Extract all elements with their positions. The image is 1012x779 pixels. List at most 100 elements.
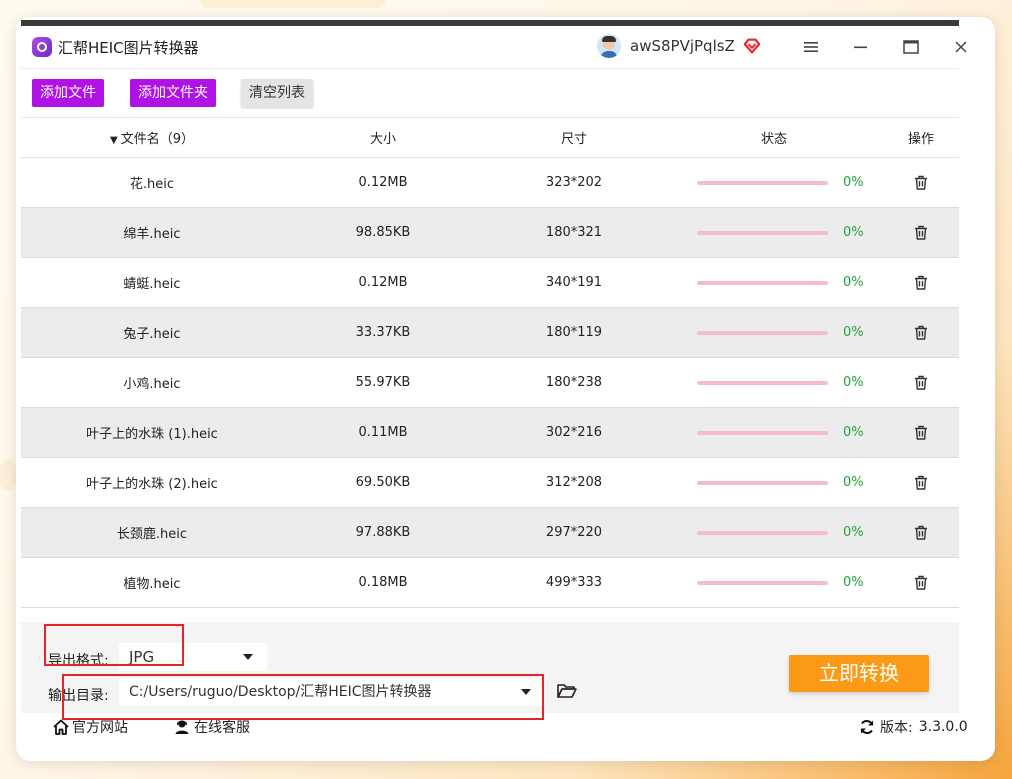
file-action (883, 175, 959, 190)
file-dimensions: 323*202 (545, 175, 603, 190)
table-header: ▼ 文件名（9） 大小 尺寸 状态 操作 (21, 117, 959, 158)
website-link[interactable]: 官方网站 (53, 717, 128, 737)
progress-percent: 0% (843, 475, 864, 490)
file-action (883, 275, 959, 290)
progress-bar (697, 430, 828, 435)
file-action (883, 425, 959, 440)
trash-icon[interactable] (914, 275, 928, 290)
file-dimensions: 340*191 (545, 275, 603, 290)
file-size: 98.85KB (355, 225, 411, 240)
title-bar: 汇帮HEIC图片转换器 awS8PVjPqlsZ (21, 26, 967, 68)
progress-bar (697, 330, 828, 335)
file-name: 兔子.heic (123, 327, 181, 342)
table-row[interactable]: 花.heic 0.12MB 323*202 0% (21, 158, 959, 208)
file-dimensions: 180*238 (545, 375, 603, 390)
file-action (883, 475, 959, 490)
website-link-label: 官方网站 (72, 720, 128, 736)
version-info[interactable]: 版本: 3.3.0.0 (859, 717, 968, 737)
file-name: 叶子上的水珠 (2).heic (86, 477, 218, 492)
minimize-icon[interactable] (850, 36, 872, 58)
file-name: 绵羊.heic (123, 227, 181, 242)
progress-percent: 0% (843, 325, 864, 340)
file-action (883, 225, 959, 240)
user-info[interactable]: awS8PVjPqlsZ (597, 34, 761, 58)
table-row[interactable]: 叶子上的水珠 (1).heic 0.11MB 302*216 0% (21, 408, 959, 458)
file-name: 蜻蜓.heic (123, 277, 181, 292)
online-support-link[interactable]: 在线客服 (174, 717, 250, 737)
trash-icon[interactable] (914, 475, 928, 490)
file-dimensions: 499*333 (545, 575, 603, 590)
file-action (883, 575, 959, 590)
output-dir-highlight-box (62, 674, 544, 720)
menu-icon[interactable] (800, 36, 822, 58)
file-action (883, 525, 959, 540)
table-row[interactable]: 长颈鹿.heic 97.88KB 297*220 0% (21, 508, 959, 558)
progress-bar (697, 380, 828, 385)
trash-icon[interactable] (914, 375, 928, 390)
home-icon (53, 719, 69, 735)
table-row[interactable]: 叶子上的水珠 (2).heic 69.50KB 312*208 0% (21, 458, 959, 508)
file-size: 69.50KB (355, 475, 411, 490)
vip-diamond-icon[interactable] (743, 37, 761, 55)
progress-percent: 0% (843, 375, 864, 390)
progress-bar (697, 280, 828, 285)
column-header-size: 大小 (369, 131, 396, 147)
format-highlight-box (44, 624, 184, 666)
file-status: 0% (665, 175, 883, 190)
table-row[interactable]: 小鸡.heic 55.97KB 180*238 0% (21, 358, 959, 408)
maximize-icon[interactable] (900, 36, 922, 58)
file-size: 0.12MB (358, 275, 408, 290)
file-status: 0% (665, 525, 883, 540)
file-status: 0% (665, 325, 883, 340)
file-status: 0% (665, 275, 883, 290)
file-action (883, 375, 959, 390)
username[interactable]: awS8PVjPqlsZ (630, 37, 735, 55)
version-value: 3.3.0.0 (918, 719, 968, 735)
trash-icon[interactable] (914, 175, 928, 190)
clear-list-button[interactable]: 清空列表 (241, 79, 313, 107)
file-status: 0% (665, 425, 883, 440)
progress-percent: 0% (843, 425, 864, 440)
trash-icon[interactable] (914, 325, 928, 340)
progress-percent: 0% (843, 175, 864, 190)
customer-service-icon (175, 720, 189, 734)
toolbar: 添加文件 添加文件夹 清空列表 (21, 68, 959, 118)
progress-percent: 0% (843, 525, 864, 540)
trash-icon[interactable] (914, 225, 928, 240)
refresh-icon (860, 720, 874, 734)
convert-now-button[interactable]: 立即转换 (789, 655, 929, 692)
file-size: 0.12MB (358, 175, 408, 190)
progress-bar (697, 230, 828, 235)
trash-icon[interactable] (914, 425, 928, 440)
folder-open-icon[interactable] (557, 683, 577, 699)
progress-bar (697, 480, 828, 485)
progress-percent: 0% (843, 575, 864, 590)
table-row[interactable]: 绵羊.heic 98.85KB 180*321 0% (21, 208, 959, 258)
file-name: 叶子上的水珠 (1).heic (86, 427, 218, 442)
table-row[interactable]: 蜻蜓.heic 0.12MB 340*191 0% (21, 258, 959, 308)
file-name: 长颈鹿.heic (116, 527, 188, 542)
close-icon[interactable] (950, 36, 972, 58)
add-file-button[interactable]: 添加文件 (32, 79, 104, 107)
background-blob (0, 460, 16, 490)
file-dimensions: 312*208 (545, 475, 603, 490)
sort-down-icon[interactable]: ▼ (110, 135, 118, 146)
file-size: 0.18MB (358, 575, 408, 590)
version-label: 版本: (880, 720, 913, 736)
file-status: 0% (665, 475, 883, 490)
avatar[interactable] (597, 34, 621, 58)
file-dimensions: 180*321 (545, 225, 603, 240)
file-size: 97.88KB (355, 525, 411, 540)
add-folder-button[interactable]: 添加文件夹 (130, 79, 216, 107)
file-dimensions: 297*220 (545, 525, 603, 540)
file-dimensions: 302*216 (545, 425, 603, 440)
trash-icon[interactable] (914, 575, 928, 590)
file-name: 植物.heic (123, 577, 181, 592)
table-row[interactable]: 兔子.heic 33.37KB 180*119 0% (21, 308, 959, 358)
background-blob (200, 0, 386, 8)
progress-percent: 0% (843, 225, 864, 240)
column-header-name[interactable]: ▼ 文件名（9） (21, 128, 283, 147)
table-row[interactable]: 植物.heic 0.18MB 499*333 0% (21, 558, 959, 608)
file-name: 花.heic (129, 177, 175, 192)
trash-icon[interactable] (914, 525, 928, 540)
